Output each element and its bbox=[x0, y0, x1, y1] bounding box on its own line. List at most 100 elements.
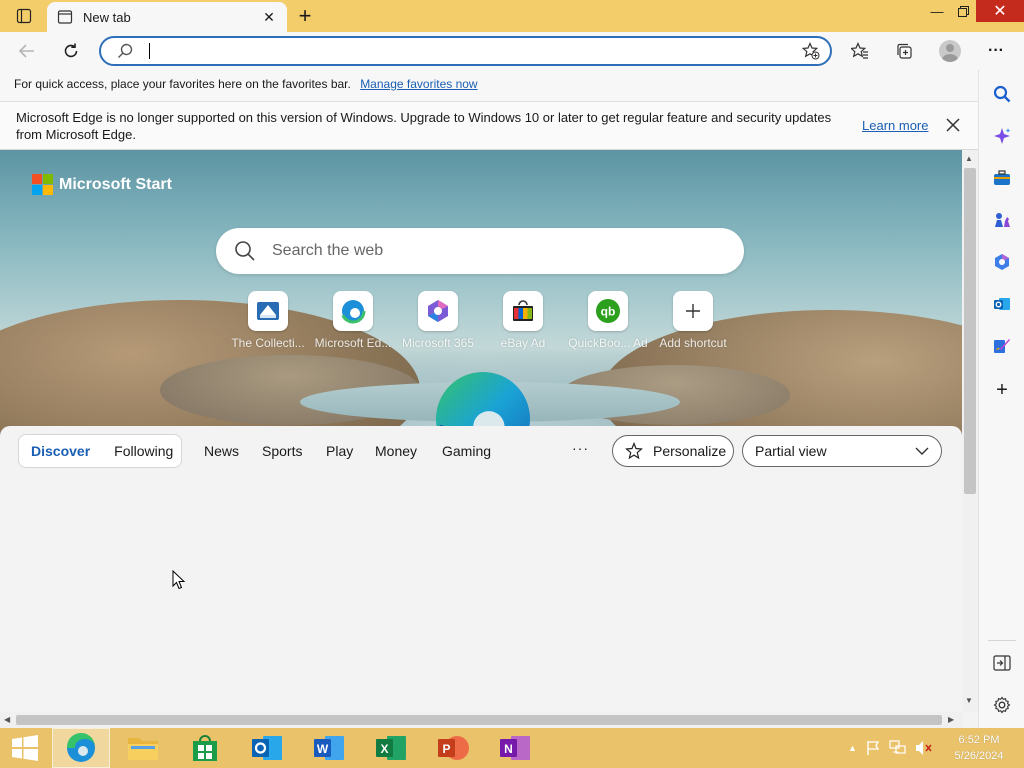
view-select-dropdown[interactable]: Partial view bbox=[742, 435, 942, 467]
add-shortcut[interactable]: Add shortcut bbox=[653, 291, 733, 350]
address-bar[interactable] bbox=[99, 36, 832, 66]
unsupported-os-infobar: Microsoft Edge is no longer supported on… bbox=[0, 102, 978, 150]
search-icon bbox=[235, 241, 255, 261]
tab-actions-button[interactable] bbox=[10, 6, 38, 26]
taskbar-powerpoint[interactable]: P bbox=[424, 728, 482, 768]
manage-favorites-link[interactable]: Manage favorites now bbox=[360, 77, 477, 91]
navigation-toolbar: ··· bbox=[0, 32, 1024, 70]
powerpoint-icon: P bbox=[438, 736, 469, 760]
learn-more-link[interactable]: Learn more bbox=[862, 118, 928, 133]
shortcut-microsoft-edge[interactable]: Microsoft Ed... bbox=[313, 291, 393, 350]
scroll-left-arrow-icon[interactable]: ◀ bbox=[4, 715, 10, 724]
minimize-button[interactable]: — bbox=[922, 0, 952, 22]
taskbar-onenote[interactable]: N bbox=[486, 728, 544, 768]
taskbar-edge[interactable] bbox=[52, 728, 110, 768]
plus-icon: + bbox=[996, 378, 1008, 401]
show-hidden-icons-icon[interactable]: ▲ bbox=[848, 743, 857, 753]
network-icon[interactable] bbox=[889, 740, 907, 756]
horizontal-scrollbar[interactable]: ◀ ▶ bbox=[0, 712, 962, 728]
sidebar-hide-button[interactable] bbox=[988, 649, 1016, 677]
shortcut-label: Microsoft Ed... bbox=[314, 336, 392, 350]
text-caret bbox=[149, 43, 150, 59]
sidebar-copilot-button[interactable] bbox=[988, 122, 1016, 150]
shortcut-ebay-ad[interactable]: eBay Ad bbox=[483, 291, 563, 350]
tab-discover[interactable]: Discover bbox=[19, 443, 102, 459]
sparkle-icon bbox=[994, 128, 1011, 144]
more-dots-icon: ··· bbox=[988, 42, 1004, 59]
brand-name: Microsoft Start bbox=[59, 175, 172, 193]
add-favorite-icon[interactable] bbox=[802, 42, 820, 60]
start-button[interactable] bbox=[0, 728, 50, 768]
new-tab-page-icon bbox=[57, 10, 73, 24]
new-tab-button[interactable]: + bbox=[293, 3, 317, 28]
restore-button[interactable] bbox=[950, 0, 976, 22]
shortcut-quickbooks-ad[interactable]: qb QuickBoo... Ad bbox=[568, 291, 648, 350]
windows-taskbar: W X P N ▲ 6:52 PM 5/26/2024 bbox=[0, 728, 1024, 768]
svg-text:X: X bbox=[380, 742, 388, 756]
sidebar-games-button[interactable] bbox=[988, 206, 1016, 234]
svg-text:qb: qb bbox=[601, 305, 616, 319]
speaker-muted-icon[interactable] bbox=[915, 740, 933, 756]
back-button[interactable] bbox=[12, 37, 42, 65]
tab-news[interactable]: News bbox=[204, 443, 239, 459]
taskbar-excel[interactable]: X bbox=[362, 728, 420, 768]
tab-sports[interactable]: Sports bbox=[262, 443, 302, 459]
sidebar-add-button[interactable]: + bbox=[988, 376, 1016, 404]
shortcut-label: The Collecti... bbox=[231, 336, 305, 350]
tab-following[interactable]: Following bbox=[102, 443, 185, 459]
edge-icon bbox=[333, 291, 373, 331]
search-icon bbox=[118, 43, 133, 58]
tab-money[interactable]: Money bbox=[375, 443, 417, 459]
back-arrow-icon bbox=[18, 44, 34, 58]
sidebar-designer-button[interactable] bbox=[988, 332, 1016, 360]
more-tabs-button[interactable]: ··· bbox=[572, 440, 589, 456]
vertical-scrollbar[interactable]: ▲ ▼ bbox=[962, 150, 978, 712]
tab-play[interactable]: Play bbox=[326, 443, 353, 459]
vertical-scroll-thumb[interactable] bbox=[964, 168, 976, 494]
favorites-bar-message: For quick access, place your favorites h… bbox=[14, 77, 351, 91]
scroll-down-arrow-icon[interactable]: ▼ bbox=[965, 696, 973, 705]
shortcut-the-collection[interactable]: The Collecti... bbox=[228, 291, 308, 350]
web-search-box[interactable]: Search the web bbox=[216, 228, 744, 274]
refresh-button[interactable] bbox=[56, 37, 86, 65]
sidebar-m365-button[interactable] bbox=[988, 248, 1016, 276]
sidebar-tools-button[interactable] bbox=[988, 164, 1016, 192]
sidebar-settings-button[interactable] bbox=[988, 691, 1016, 719]
shortcut-microsoft-365[interactable]: Microsoft 365 bbox=[398, 291, 478, 350]
infobar-close-icon[interactable] bbox=[944, 116, 962, 134]
sparkle-star-icon bbox=[625, 442, 643, 460]
taskbar-store[interactable] bbox=[176, 728, 234, 768]
avatar bbox=[939, 40, 961, 62]
taskbar-word[interactable]: W bbox=[300, 728, 358, 768]
favorites-star-icon bbox=[851, 42, 868, 59]
tab-close-icon[interactable]: ✕ bbox=[261, 9, 277, 25]
hide-sidebar-icon bbox=[993, 655, 1011, 671]
taskbar-clock[interactable]: 6:52 PM 5/26/2024 bbox=[944, 732, 1014, 764]
svg-text:N: N bbox=[504, 742, 513, 756]
favorites-button[interactable] bbox=[845, 37, 875, 65]
gear-icon bbox=[993, 696, 1011, 714]
svg-text:W: W bbox=[317, 742, 329, 756]
refresh-icon bbox=[64, 43, 78, 58]
taskbar-file-explorer[interactable] bbox=[114, 728, 172, 768]
profile-button[interactable] bbox=[935, 37, 965, 65]
action-center-flag-icon[interactable] bbox=[865, 740, 881, 756]
tab-new-tab[interactable]: New tab ✕ bbox=[47, 2, 287, 32]
scroll-right-arrow-icon[interactable]: ▶ bbox=[948, 715, 954, 724]
sidebar-outlook-button[interactable] bbox=[988, 290, 1016, 318]
address-input[interactable] bbox=[153, 41, 793, 61]
scroll-up-arrow-icon[interactable]: ▲ bbox=[965, 154, 973, 163]
microsoft-start-logo[interactable]: Microsoft Start bbox=[32, 174, 172, 195]
sidebar-divider bbox=[988, 640, 1016, 641]
close-window-button[interactable]: ✕ bbox=[976, 0, 1024, 22]
sidebar-search-button[interactable] bbox=[988, 80, 1016, 108]
collections-icon bbox=[897, 43, 912, 59]
horizontal-scroll-thumb[interactable] bbox=[16, 715, 942, 725]
personalize-button[interactable]: Personalize bbox=[612, 435, 734, 467]
taskbar-outlook[interactable] bbox=[238, 728, 296, 768]
search-icon bbox=[993, 85, 1011, 103]
settings-more-button[interactable]: ··· bbox=[981, 37, 1011, 65]
tab-gaming[interactable]: Gaming bbox=[442, 443, 491, 459]
clock-date: 5/26/2024 bbox=[954, 750, 1004, 762]
collections-button[interactable] bbox=[889, 37, 919, 65]
